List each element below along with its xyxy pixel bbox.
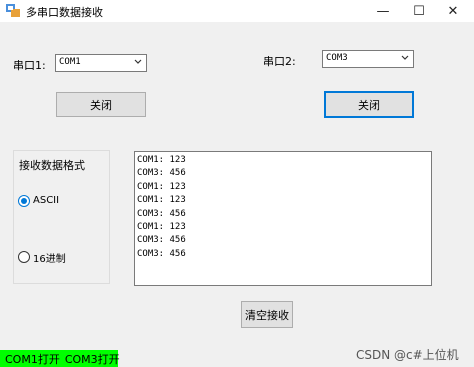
chevron-down-icon [134, 59, 142, 64]
receive-line: COM1: 123 [137, 195, 186, 206]
maximize-button[interactable]: ☐ [402, 0, 436, 22]
receive-line: COM1: 123 [137, 155, 186, 165]
status-port1: COM1打开 [5, 352, 60, 366]
port1-select-value: COM1 [59, 57, 81, 67]
status-bar: COM1打开 COM3打开 [0, 350, 120, 367]
port2-close-button[interactable]: 关闭 [324, 91, 414, 118]
receive-line: COM3: 456 [137, 248, 186, 259]
window-title: 多串口数据接收 [26, 6, 103, 19]
hex-radio-label[interactable]: 16进制 [33, 250, 66, 265]
format-group-title: 接收数据格式 [18, 157, 86, 173]
clear-receive-button[interactable]: 清空接收 [241, 301, 293, 328]
port1-close-button[interactable]: 关闭 [56, 92, 146, 117]
port1-select[interactable]: COM1 [55, 54, 147, 72]
app-icon [6, 4, 20, 17]
receive-textbox[interactable]: COM1: 123 COM3: 456 COM1: 123 COM1: 123 … [134, 151, 432, 286]
receive-line: COM3: 456 [137, 235, 186, 246]
receive-line: COM1: 123 [137, 181, 186, 192]
port2-label: 串口2: [263, 55, 296, 68]
close-button[interactable]: ✕ [436, 0, 470, 22]
watermark: CSDN @c#上位机 [356, 348, 459, 362]
port2-select[interactable]: COM3 [322, 50, 414, 68]
hex-radio[interactable] [18, 251, 30, 263]
receive-line: COM1: 123 [137, 222, 186, 233]
port2-select-value: COM3 [326, 53, 348, 63]
ascii-radio-label[interactable]: ASCII [33, 195, 59, 206]
minimize-button[interactable]: — [366, 0, 400, 22]
app-window: 多串口数据接收 — ☐ ✕ 串口1: COM1 关闭 串口2: COM3 关闭 … [0, 0, 474, 367]
title-bar[interactable]: 多串口数据接收 — ☐ ✕ [0, 0, 474, 22]
receive-line: COM3: 456 [137, 208, 186, 219]
ascii-radio[interactable] [18, 195, 30, 207]
chevron-down-icon [401, 55, 409, 60]
status-port2: COM3打开 [64, 352, 120, 366]
port1-label: 串口1: [13, 59, 46, 72]
receive-line: COM3: 456 [137, 168, 186, 179]
